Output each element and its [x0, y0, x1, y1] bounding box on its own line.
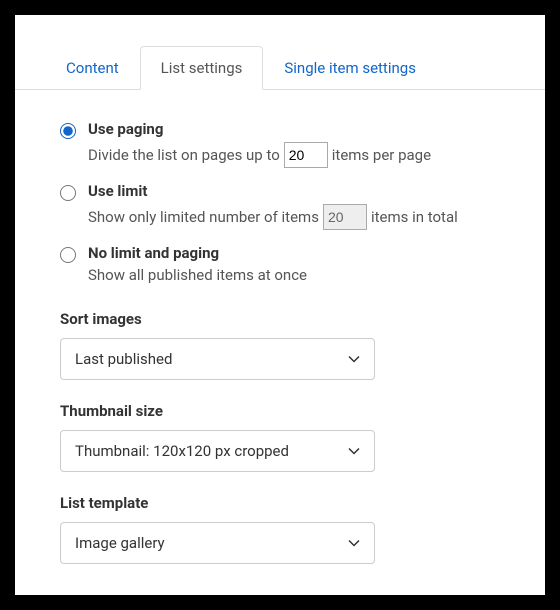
radio-desc: Show all published items at once [88, 266, 500, 284]
chevron-down-icon [348, 353, 360, 365]
chevron-down-icon [348, 445, 360, 457]
desc-text: Show only limited number of items [88, 208, 319, 226]
list-template-select[interactable]: Image gallery [60, 522, 375, 564]
radio-labels: Use limit Show only limited number of it… [88, 182, 500, 230]
field-label: List template [60, 494, 500, 512]
radio-use-paging[interactable] [60, 123, 76, 139]
select-value: Last published [75, 350, 172, 368]
thumbnail-size-field: Thumbnail size Thumbnail: 120x120 px cro… [60, 402, 500, 472]
radio-title: Use paging [88, 120, 500, 138]
radio-title: Use limit [88, 182, 500, 200]
settings-panel: Content List settings Single item settin… [15, 15, 545, 595]
sort-images-select[interactable]: Last published [60, 338, 375, 380]
radio-item-no-limit: No limit and paging Show all published i… [60, 244, 500, 284]
thumbnail-size-select[interactable]: Thumbnail: 120x120 px cropped [60, 430, 375, 472]
field-label: Thumbnail size [60, 402, 500, 420]
select-value: Image gallery [75, 534, 165, 552]
tabs-bar: Content List settings Single item settin… [15, 15, 545, 90]
radio-no-limit[interactable] [60, 247, 76, 263]
tab-content-area: Use paging Divide the list on pages up t… [15, 90, 545, 595]
paging-radio-group: Use paging Divide the list on pages up t… [60, 120, 500, 284]
radio-item-use-limit: Use limit Show only limited number of it… [60, 182, 500, 230]
radio-desc: Divide the list on pages up to items per… [88, 142, 500, 168]
desc-text: Show all published items at once [88, 266, 307, 284]
desc-text: items per page [332, 146, 431, 164]
sort-images-field: Sort images Last published [60, 310, 500, 380]
list-template-field: List template Image gallery [60, 494, 500, 564]
select-value: Thumbnail: 120x120 px cropped [75, 442, 289, 460]
paging-items-input[interactable] [284, 142, 328, 168]
radio-desc: Show only limited number of items items … [88, 204, 500, 230]
desc-text: Divide the list on pages up to [88, 146, 280, 164]
field-label: Sort images [60, 310, 500, 328]
tab-content[interactable]: Content [45, 46, 140, 90]
limit-items-input [323, 204, 367, 230]
radio-labels: No limit and paging Show all published i… [88, 244, 500, 284]
chevron-down-icon [348, 537, 360, 549]
radio-title: No limit and paging [88, 244, 500, 262]
radio-labels: Use paging Divide the list on pages up t… [88, 120, 500, 168]
tab-list-settings[interactable]: List settings [140, 46, 264, 90]
tab-single-item-settings[interactable]: Single item settings [263, 46, 437, 90]
radio-use-limit[interactable] [60, 185, 76, 201]
radio-item-use-paging: Use paging Divide the list on pages up t… [60, 120, 500, 168]
desc-text: items in total [371, 208, 458, 226]
